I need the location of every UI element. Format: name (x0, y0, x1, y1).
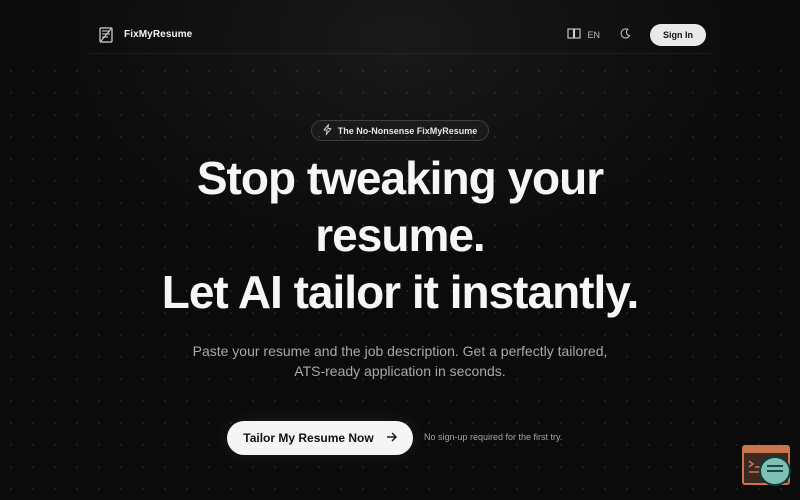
subtext-line-1: Paste your resume and the job descriptio… (192, 343, 608, 359)
chat-widget-button[interactable] (759, 456, 791, 486)
document-lines-icon (98, 26, 114, 43)
subtext-line-2: ATS-ready application in seconds. (294, 363, 506, 379)
hero-headline: Stop tweaking your resume. Let AI tailor… (100, 150, 700, 321)
language-switcher[interactable]: EN (567, 28, 600, 41)
nav-actions: EN Sign In (567, 23, 712, 46)
language-label: EN (587, 29, 600, 40)
moon-icon (620, 26, 631, 44)
theme-toggle[interactable] (618, 26, 632, 44)
top-navigation: FixMyResume EN Sign In (88, 16, 712, 54)
arrow-right-icon (386, 431, 397, 445)
hero-badge: The No-Nonsense FixMyResume (311, 120, 489, 141)
headline-line-2: resume. (315, 209, 485, 261)
book-open-icon (567, 28, 582, 41)
chat-bubble-icon (765, 462, 785, 481)
brand-name: FixMyResume (124, 29, 193, 40)
cta-label: Tailor My Resume Now (243, 431, 374, 445)
brand[interactable]: FixMyResume (88, 26, 193, 43)
hero-subtext: Paste your resume and the job descriptio… (150, 341, 650, 381)
widget-title-bar (744, 447, 788, 453)
headline-line-3: Let AI tailor it instantly. (161, 266, 639, 318)
lightning-icon (323, 124, 332, 137)
sign-in-button[interactable]: Sign In (650, 23, 706, 46)
badge-text: The No-Nonsense FixMyResume (337, 125, 478, 136)
tailor-resume-button[interactable]: Tailor My Resume Now (227, 421, 413, 455)
cta-note: No sign-up required for the first try. (424, 432, 563, 442)
landing-page: FixMyResume EN Sign In The No-Nonsense F… (0, 0, 800, 500)
headline-line-1: Stop tweaking your (196, 152, 604, 204)
